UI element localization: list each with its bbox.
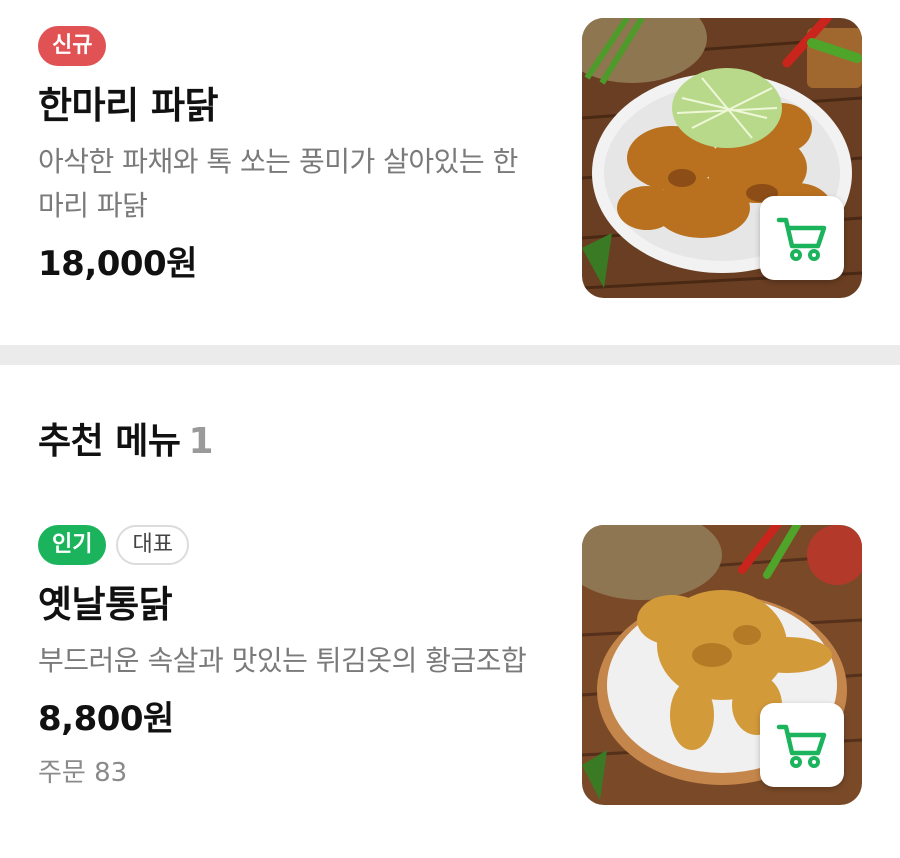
cart-icon [776,217,827,261]
add-to-cart-button[interactable] [760,703,844,787]
menu-item-description: 아삭한 파채와 톡 쏘는 풍미가 살아있는 한마리 파닭 [38,145,518,222]
order-count-value: 83 [94,758,128,788]
menu-item-info: 인기 대표 옛날통닭 부드러운 속살과 맛있는 튀김옷의 황금조합 8,800원… [38,525,548,789]
menu-item-photo[interactable] [582,18,862,298]
menu-item-old-style-chicken[interactable]: 인기 대표 옛날통닭 부드러운 속살과 맛있는 튀김옷의 황금조합 8,800원… [0,505,900,858]
badge-row: 신규 [38,26,548,66]
menu-item-description: 부드러운 속살과 맛있는 튀김옷의 황금조합 [38,644,527,677]
menu-item-name: 옛날통닭 [38,583,173,626]
section-title: 추천 메뉴 1 [38,412,214,464]
menu-item-name: 한마리 파닭 [38,84,219,127]
order-count: 주문 83 [38,752,548,789]
menu-item-price: 8,800원 [38,699,174,739]
menu-item-price: 18,000원 [38,244,197,284]
new-badge: 신규 [38,26,107,66]
popular-badge: 인기 [38,525,107,565]
menu-item-pa-chicken[interactable]: 신규 한마리 파닭 아삭한 파채와 톡 쏘는 풍미가 살아있는 한마리 파닭 1… [0,0,900,345]
menu-item-info: 신규 한마리 파닭 아삭한 파채와 톡 쏘는 풍미가 살아있는 한마리 파닭 1… [38,26,548,285]
menu-item-photo[interactable] [582,525,862,805]
section-count: 1 [188,421,214,462]
cart-icon [776,724,827,768]
signature-badge: 대표 [116,525,189,565]
section-title-text: 추천 메뉴 [38,421,181,462]
add-to-cart-button[interactable] [760,196,844,280]
badge-row: 인기 대표 [38,525,548,565]
section-divider [0,345,900,365]
order-count-label: 주문 [38,758,86,788]
